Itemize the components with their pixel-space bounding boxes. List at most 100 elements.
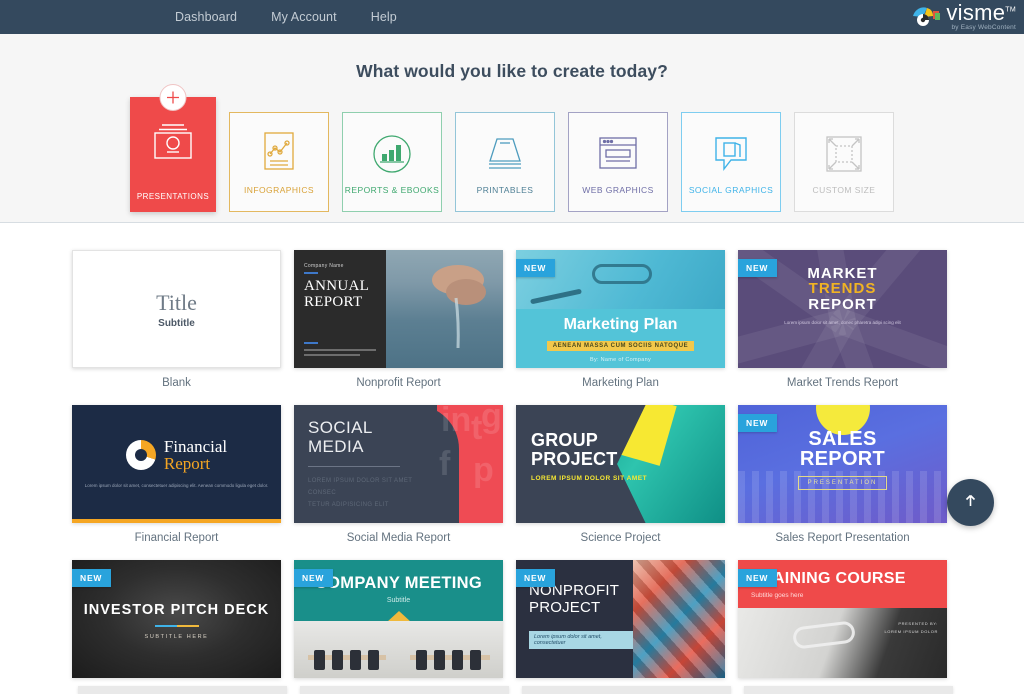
category-label: SOCIAL GRAPHICS [688,184,774,195]
template-card-sales-report-presentation[interactable]: NEW SALES REPORT PRESENTATION Sales Repo… [738,405,947,560]
thumb-title-l1: ANNUAL [304,278,370,294]
thumb-title: TRAINING COURSE [751,570,906,587]
brand-name-text: visme [946,0,1006,26]
thumb-subtitle: Subtitle [158,317,195,329]
nav-dashboard[interactable]: Dashboard [175,10,237,24]
create-chooser-section: What would you like to create today? PRE… [0,34,1024,223]
category-label: PRINTABLES [476,184,534,195]
template-thumbnail[interactable]: NEW INVESTOR PITCH DECK SUBTITLE HERE [72,560,281,678]
thumb-rule [304,272,318,274]
category-custom-size[interactable]: CUSTOM SIZE [794,112,894,212]
custom-size-icon [823,128,865,180]
thumb-title-l1: Financial [163,436,228,456]
thumb-title-l2: PROJECT [529,599,601,617]
template-grid: Title Subtitle Blank Company Name ANNUAL… [72,250,952,694]
thumb-photo [385,250,503,368]
template-card-science-project[interactable]: GROUP PROJECT LOREM IPSUM DOLOR SIT AMET… [516,405,725,560]
thumb-subtitle: LOREM IPSUM DOLOR SIT AMET [531,474,648,482]
infographic-icon [259,128,299,180]
printables-icon [483,128,527,180]
thumb-subtitle: Subtitle goes here [751,592,804,599]
thumb-body: Lorem ipsum dolor sit amet, donec pharet… [784,319,901,325]
thumb-title: Marketing Plan [563,316,678,333]
thumb-band: Lorem ipsum dolor sit amet, consectetuer [529,630,634,649]
category-reports-ebooks[interactable]: REPORTS & EBOOKS [342,112,442,212]
social-graphics-icon [709,128,753,180]
template-thumbnail[interactable]: NEW NONPROFIT PROJECT Lorem ipsum dolor … [516,560,725,678]
thumb-sub-l1: LOREM IPSUM DOLOR SIT AMET CONSEC [308,478,413,497]
new-badge: NEW [72,569,112,591]
template-thumbnail[interactable]: Financial Report Lorem ipsum dolor sit a… [72,405,281,523]
template-label: Marketing Plan [582,377,659,389]
thumb-tag: PRESENTATION [797,476,888,490]
template-label: Social Media Report [346,532,451,544]
thumb-title-l2: PROJECT [531,448,618,469]
category-presentations[interactable]: PRESENTATIONS [130,84,216,212]
template-thumbnail[interactable]: NEW MARKET TRENDS REPORT Lorem ipsum dol… [738,250,947,368]
template-thumbnail[interactable]: NEW SALES REPORT PRESENTATION [738,405,947,523]
template-thumbnail[interactable]: GROUP PROJECT LOREM IPSUM DOLOR SIT AMET [516,405,725,523]
template-thumbnail[interactable]: NEW TRAINING COURSE Subtitle goes here P… [738,560,947,678]
category-row: PRESENTATIONS INFOGRAPHICS REPORTS & EBO… [0,84,1024,212]
template-card-training-course[interactable]: NEW TRAINING COURSE Subtitle goes here P… [738,560,947,694]
donut-chart-icon [125,439,156,470]
scroll-to-top-button[interactable] [947,479,994,526]
thumb-title-l3: REPORT [808,295,877,313]
template-thumbnail[interactable]: NEW Marketing Plan AENEAN MASSA CUM SOCI… [516,250,725,368]
template-card-financial-report[interactable]: Financial Report Lorem ipsum dolor sit a… [72,405,281,560]
thumb-footer [304,339,376,358]
social-glyph-panel: in t f p g [415,405,503,523]
plus-icon [159,84,187,111]
template-card-marketing-plan[interactable]: NEW Marketing Plan AENEAN MASSA CUM SOCI… [516,250,725,405]
thumb-title: Title [156,289,197,315]
template-card-nonprofit-art[interactable]: NEW NONPROFIT PROJECT Lorem ipsum dolor … [516,560,725,694]
thumb-company: Company Name [304,263,344,269]
thumb-subtitle: SUBTITLE HERE [144,634,209,640]
thumb-photo: PRESENTED BY: LOREM IPSUM DOLOR [738,608,947,678]
template-thumbnail[interactable]: Company Name ANNUAL REPORT [294,250,503,368]
report-chart-icon [369,128,415,180]
thumb-byline: By: Name of Company [589,357,652,363]
template-card-blank[interactable]: Title Subtitle Blank [72,250,281,405]
thumb-title-l1: SOCIAL [308,418,373,437]
thumb-presented-l1: PRESENTED BY: [898,621,938,627]
thumb-title: INVESTOR PITCH DECK [83,602,270,618]
category-label: INFOGRAPHICS [243,184,315,195]
thumb-sub-l2: TETUR ADIPISICING ELIT [308,502,389,509]
template-card-nonprofit-report[interactable]: Company Name ANNUAL REPORT Nonprofit Rep… [294,250,503,405]
visme-logo[interactable]: vismeTM by Easy WebContent [911,0,1016,34]
template-thumbnail[interactable]: NEW COMPANY MEETING Subtitle [294,560,503,678]
category-label: PRESENTATIONS [136,192,210,202]
template-card-market-trends-report[interactable]: NEW MARKET TRENDS REPORT Lorem ipsum dol… [738,250,947,405]
category-web-graphics[interactable]: WEB GRAPHICS [568,112,668,212]
category-infographics[interactable]: INFOGRAPHICS [229,112,329,212]
template-thumbnail[interactable]: Title Subtitle [72,250,281,368]
thumb-title-l2: Report [163,453,211,473]
new-badge: NEW [294,569,334,591]
template-label: Nonprofit Report [356,377,441,389]
new-badge: NEW [516,259,556,281]
top-navigation-bar: Dashboard My Account Help vismeTM by Eas… [0,0,1024,34]
brand-tm: TM [1005,6,1016,14]
template-card-investor-pitch-deck[interactable]: NEW INVESTOR PITCH DECK SUBTITLE HERE In… [72,560,281,694]
template-card-company-meeting[interactable]: NEW COMPANY MEETING Subtitle [294,560,503,694]
template-label: Science Project [580,532,661,544]
thumb-title-l1: SALES [808,428,877,450]
thumb-title-l1: GROUP [531,430,599,450]
category-label: CUSTOM SIZE [812,184,876,195]
category-social-graphics[interactable]: SOCIAL GRAPHICS [681,112,781,212]
category-printables[interactable]: PRINTABLES [455,112,555,212]
visme-wordmark: vismeTM by Easy WebContent [946,2,1016,32]
thumb-presented-l2: LOREM IPSUM DOLOR [884,628,938,634]
nav-my-account[interactable]: My Account [271,10,337,24]
template-thumbnail[interactable]: SOCIAL MEDIA LOREM IPSUM DOLOR SIT AMET … [294,405,503,523]
thumb-title-l2: REPORT [304,293,363,310]
brand-tagline: by Easy WebContent [951,24,1016,32]
template-card-social-media-report[interactable]: SOCIAL MEDIA LOREM IPSUM DOLOR SIT AMET … [294,405,503,560]
template-label: Market Trends Report [786,377,899,389]
visme-logo-mark [911,5,941,29]
presentation-icon [150,119,196,165]
nav-help[interactable]: Help [371,10,397,24]
new-badge: NEW [738,414,778,436]
thumb-body: Lorem ipsum dolor sit amet, consectetuer… [84,482,269,488]
